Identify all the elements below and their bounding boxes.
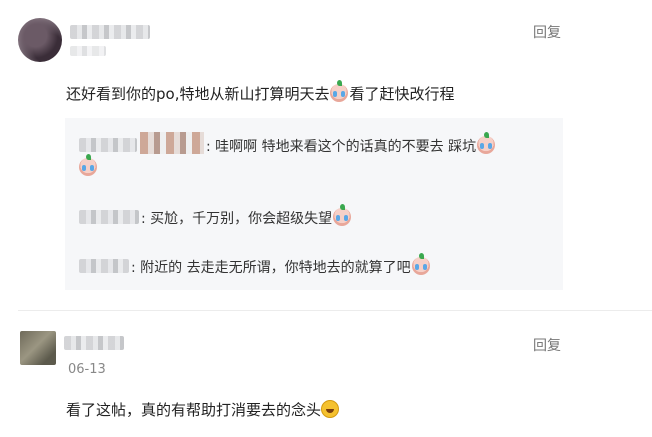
- sub-reply-username-blurred[interactable]: [79, 210, 139, 224]
- comment-text: 看了这帖，真的有帮助打消要去的念头: [66, 399, 340, 420]
- sub-reply-text: : 哇啊啊 特地来看这个的话真的不要去 踩坑: [206, 132, 496, 156]
- laughing-emoji-icon: [321, 400, 340, 418]
- sub-reply-avatar-blurred[interactable]: [140, 132, 204, 154]
- crying-emoji-icon: [333, 204, 352, 226]
- reply-button[interactable]: 回复: [533, 22, 561, 42]
- user-meta-blurred: [70, 46, 106, 56]
- crying-emoji-icon: [477, 132, 496, 154]
- crying-emoji-icon: [330, 80, 349, 102]
- crying-emoji-icon: [79, 154, 97, 176]
- sub-reply-content: : 附近的 去走走无所谓，你特地去的就算了吧: [131, 260, 411, 276]
- reply-button[interactable]: 回复: [533, 335, 561, 355]
- comment-divider: [18, 310, 652, 311]
- sub-reply-username-blurred[interactable]: [79, 259, 129, 273]
- username-blurred[interactable]: [70, 25, 150, 39]
- comment-text-part1: 还好看到你的po,特地从新山打算明天去: [66, 85, 330, 103]
- sub-reply-text: : 买尬，千万别，你会超级失望: [141, 204, 352, 228]
- comment-date: 06-13: [68, 362, 106, 377]
- sub-reply-content: : 买尬，千万别，你会超级失望: [141, 211, 333, 227]
- comment-content: 看了这帖，真的有帮助打消要去的念头: [66, 401, 322, 419]
- crying-emoji-icon: [411, 253, 430, 275]
- comment-text-part2: 看了赶快改行程: [349, 85, 455, 103]
- sub-reply-content: : 哇啊啊 特地来看这个的话真的不要去 踩坑: [206, 139, 477, 155]
- comment-text: 还好看到你的po,特地从新山打算明天去 看了赶快改行程: [66, 80, 455, 104]
- sub-reply-emoji-wrap: [78, 154, 98, 177]
- avatar[interactable]: [18, 18, 62, 62]
- sub-reply-username-blurred[interactable]: [79, 138, 137, 152]
- avatar[interactable]: [20, 331, 56, 365]
- username-blurred[interactable]: [64, 336, 124, 350]
- sub-reply-text: : 附近的 去走走无所谓，你特地去的就算了吧: [131, 253, 431, 277]
